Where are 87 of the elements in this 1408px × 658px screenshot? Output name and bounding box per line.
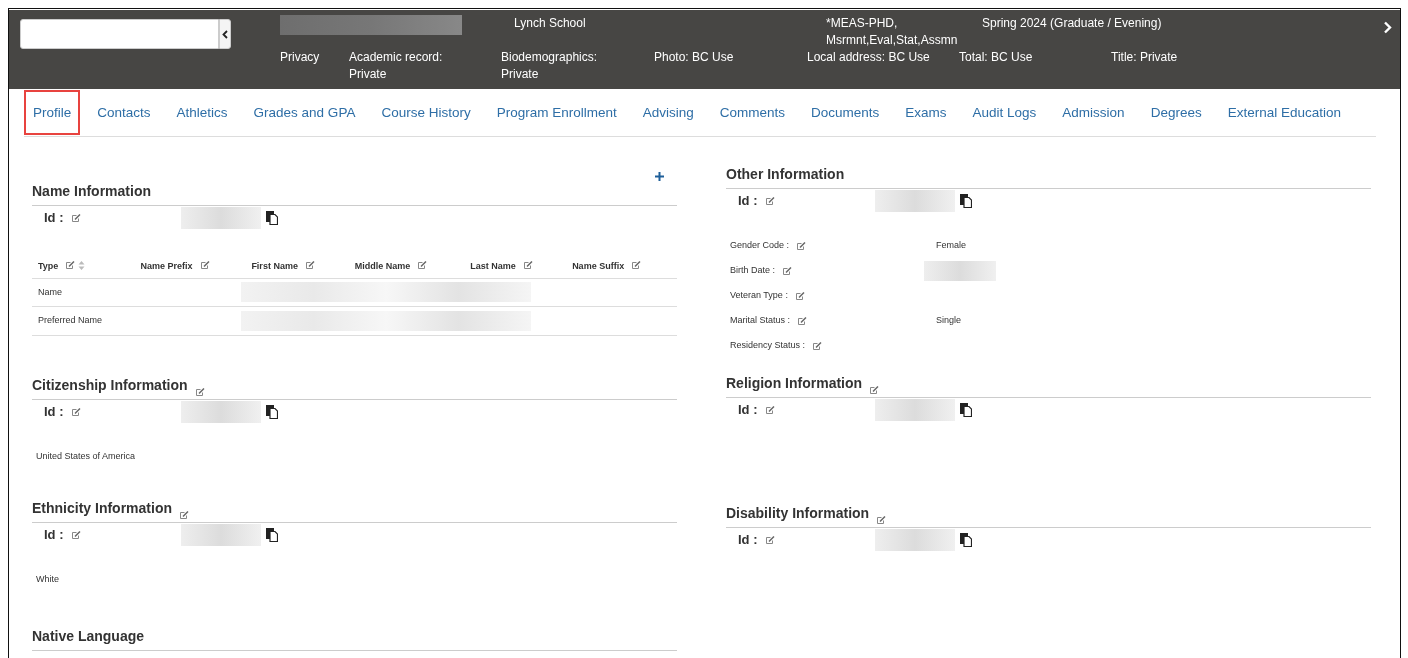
tab[interactable]: Athletics	[167, 90, 237, 135]
search-field[interactable]	[20, 19, 219, 49]
edit-icon[interactable]	[523, 261, 533, 269]
column-label: Type	[38, 261, 59, 271]
section-title: Name Information	[32, 182, 151, 201]
section-title: Native Language	[32, 626, 145, 646]
section-title: Religion Information	[726, 374, 863, 393]
copy-icon[interactable]	[265, 404, 278, 419]
edit-icon[interactable]	[71, 214, 81, 222]
section-title: Disability Information	[726, 504, 870, 523]
tab[interactable]: Comments	[710, 90, 794, 135]
copy-icon[interactable]	[959, 194, 972, 208]
header-info: Lynch School	[513, 15, 587, 32]
section-title: Other Information	[726, 165, 845, 184]
tab[interactable]: Exams	[896, 90, 956, 135]
privacy-info: Local address: BC Use	[807, 49, 931, 66]
header-info: Spring 2024 (Graduate / Evening)	[981, 15, 1163, 32]
privacy-info: Photo: BC Use	[654, 49, 735, 66]
chevron-left-icon	[222, 29, 228, 39]
tab[interactable]: Audit Logs	[963, 90, 1046, 135]
privacy-info: Title: Private	[1111, 49, 1179, 66]
edit-icon[interactable]	[798, 316, 808, 325]
field-label: Marital Status :	[730, 313, 791, 327]
edit-icon[interactable]	[877, 516, 887, 524]
id-label: Id :	[738, 192, 758, 211]
edit-icon[interactable]	[870, 386, 880, 394]
id-label: Id :	[738, 401, 758, 420]
field-label: Gender Code :	[730, 238, 790, 252]
field-label: Birth Date :	[730, 263, 776, 277]
redacted-date	[924, 260, 996, 281]
edit-icon[interactable]	[765, 197, 775, 205]
edit-icon[interactable]	[66, 261, 76, 269]
edit-icon[interactable]	[180, 511, 189, 519]
collapse-button[interactable]	[219, 19, 231, 49]
tab[interactable]: Course History	[372, 90, 480, 135]
table-cell: Name	[32, 278, 135, 307]
column-label: Name Prefix	[140, 261, 193, 271]
field-value: Single	[936, 313, 962, 327]
edit-icon[interactable]	[765, 536, 775, 544]
id-label: Id :	[44, 209, 64, 228]
tab[interactable]: Grades and GPA	[244, 90, 365, 135]
id-label: Id :	[44, 402, 64, 421]
field-value: Female	[936, 238, 966, 252]
edit-icon[interactable]	[797, 241, 807, 250]
section-title: Ethnicity Information	[32, 499, 172, 518]
field-value: White	[36, 573, 60, 586]
tab[interactable]: Contacts	[88, 90, 160, 135]
section-title: Citizenship Information	[32, 375, 188, 395]
edit-icon[interactable]	[71, 407, 81, 416]
column-label: Middle Name	[354, 261, 411, 271]
edit-icon[interactable]	[783, 266, 793, 275]
copy-icon[interactable]	[959, 533, 972, 547]
tab[interactable]: Advising	[633, 90, 703, 135]
tab[interactable]: External Education	[1218, 90, 1350, 135]
edit-icon[interactable]	[765, 406, 775, 414]
privacy-info: Total: BC Use	[959, 49, 1034, 66]
edit-icon[interactable]	[71, 531, 81, 539]
field-label: Residency Status :	[730, 338, 806, 352]
privacy-info: Privacy	[280, 49, 321, 66]
column-label: Name Suffix	[572, 261, 625, 271]
edit-icon[interactable]	[195, 387, 205, 396]
edit-icon[interactable]	[200, 261, 210, 269]
tab[interactable]: Degrees	[1141, 90, 1211, 135]
tab[interactable]: Program Enrollment	[487, 90, 626, 135]
edit-icon[interactable]	[795, 291, 805, 300]
column-label: Last Name	[470, 261, 516, 271]
tab[interactable]: Documents	[802, 90, 889, 135]
column-label: First Name	[251, 261, 298, 271]
plus-icon[interactable]	[655, 172, 664, 181]
edit-icon[interactable]	[813, 341, 823, 350]
table-cell: Preferred Name	[32, 306, 135, 335]
chevron-right-icon[interactable]	[1383, 21, 1392, 34]
edit-icon[interactable]	[632, 261, 642, 269]
copy-icon[interactable]	[265, 211, 278, 225]
tab[interactable]: Profile	[24, 90, 81, 135]
edit-icon[interactable]	[305, 261, 315, 269]
privacy-info: Biodemographics: Private	[501, 49, 599, 83]
copy-icon[interactable]	[265, 528, 278, 542]
tab[interactable]: Admission	[1053, 90, 1134, 135]
edit-icon[interactable]	[418, 261, 428, 269]
id-label: Id :	[44, 526, 64, 545]
field-label: Veteran Type :	[730, 288, 788, 302]
privacy-info: Academic record: Private	[349, 49, 444, 83]
copy-icon[interactable]	[959, 403, 972, 417]
field-value: United States of America	[36, 449, 137, 463]
id-label: Id :	[738, 531, 758, 550]
header-info: *MEAS-PHD, Msrmnt,Eval,Stat,Assmn	[825, 15, 959, 49]
